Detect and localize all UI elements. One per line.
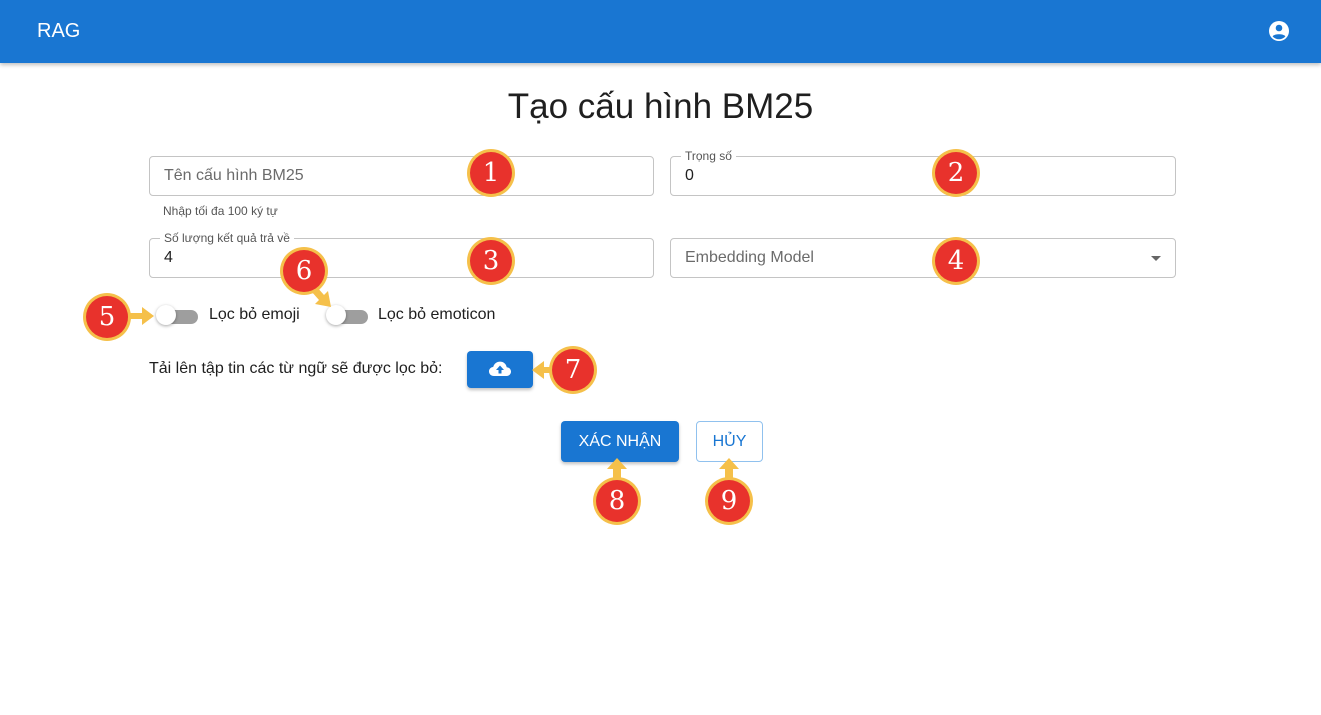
switch-thumb: [156, 305, 176, 325]
result-count-label: Số lượng kết quả trả về: [160, 231, 294, 245]
filter-emoticon-label: Lọc bỏ emoticon: [378, 306, 496, 323]
embedding-model-placeholder: Embedding Model: [685, 249, 814, 266]
annotation-marker: 8: [596, 480, 638, 522]
app-bar: RAG: [0, 0, 1321, 63]
filter-emoji-label: Lọc bỏ emoji: [209, 306, 300, 323]
annotation-marker: 6: [283, 250, 325, 292]
annotation-marker: 2: [935, 152, 977, 194]
annotation-marker: 4: [935, 240, 977, 282]
result-count-field[interactable]: Số lượng kết quả trả về: [149, 231, 654, 278]
chevron-down-icon: [1151, 256, 1161, 261]
config-name-field[interactable]: [149, 156, 654, 196]
annotation-arrow-icon: [719, 458, 739, 480]
page-title: Tạo cấu hình BM25: [507, 87, 814, 126]
annotation-marker: 9: [708, 480, 750, 522]
weight-input[interactable]: [685, 166, 1161, 186]
app-title: RAG: [37, 20, 81, 42]
annotation-marker: 7: [552, 349, 594, 391]
annotation-marker: 1: [470, 152, 512, 194]
cloud-upload-icon: [489, 361, 511, 376]
result-count-input[interactable]: [164, 248, 639, 268]
account-circle-icon[interactable]: [1267, 19, 1291, 43]
annotation-arrow-icon: [130, 307, 154, 325]
annotation-arrow-icon: [607, 458, 627, 480]
filter-emoji-switch[interactable]: [156, 305, 200, 329]
config-name-input[interactable]: [164, 166, 639, 186]
weight-field[interactable]: Trọng số: [670, 149, 1176, 196]
config-name-helper-text: Nhập tối đa 100 ký tự: [163, 204, 278, 218]
annotation-marker: 3: [470, 240, 512, 282]
weight-label: Trọng số: [681, 149, 736, 163]
annotation-marker: 5: [86, 296, 128, 338]
embedding-model-select[interactable]: Embedding Model: [670, 238, 1176, 278]
upload-button[interactable]: [467, 351, 533, 388]
upload-label: Tải lên tập tin các từ ngữ sẽ được lọc b…: [149, 360, 443, 377]
